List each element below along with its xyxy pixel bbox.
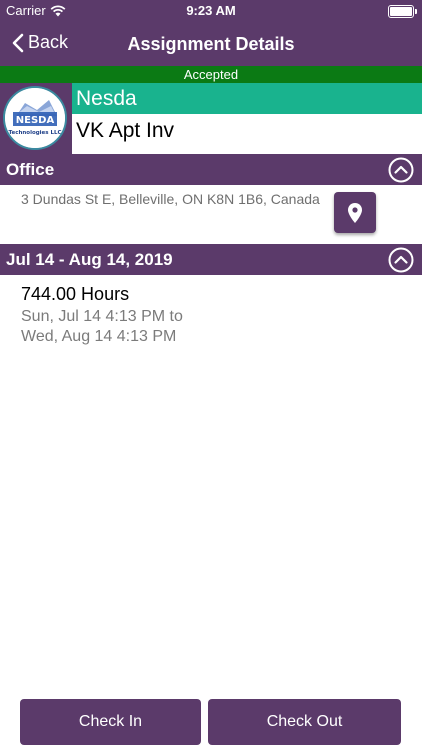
schedule-section-header[interactable]: Jul 14 - Aug 14, 2019 [0, 244, 422, 275]
logo-container: NESDA Technologies LLC [0, 83, 72, 154]
chevron-up-circle-icon[interactable] [388, 157, 414, 183]
nesda-logo-graphic: NESDA Technologies LLC [5, 88, 65, 148]
schedule-start: Sun, Jul 14 4:13 PM to [21, 308, 183, 325]
total-hours: 744.00 Hours [21, 284, 130, 304]
clock: 9:23 AM [186, 3, 236, 18]
schedule-end: Wed, Aug 14 4:13 PM [21, 328, 177, 345]
location-section-title: Office [6, 160, 55, 179]
status-bar: Carrier 9:23 AM [0, 0, 422, 22]
check-out-button[interactable]: Check Out [208, 699, 401, 745]
svg-text:NESDA: NESDA [16, 115, 55, 126]
schedule-section-title: Jul 14 - Aug 14, 2019 [6, 250, 173, 269]
check-in-button[interactable]: Check In [20, 699, 201, 745]
svg-text:Technologies LLC: Technologies LLC [8, 130, 61, 136]
app-header: Carrier 9:23 AM Back Assignment Details [0, 0, 422, 66]
company-name: Nesda [72, 83, 422, 114]
map-location-button[interactable] [334, 192, 376, 233]
chevron-up-circle-icon[interactable] [388, 247, 414, 273]
assignment-status-badge: Accepted [0, 66, 422, 83]
assignment-header: NESDA Technologies LLC Nesda VK Apt Inv [0, 83, 422, 154]
company-logo: NESDA Technologies LLC [3, 86, 67, 150]
location-section-header[interactable]: Office [0, 154, 422, 185]
navigation-bar: Back Assignment Details [0, 22, 422, 66]
battery-icon [388, 5, 417, 18]
address-text: 3 Dundas St E, Belleville, ON K8N 1B6, C… [21, 191, 320, 207]
map-pin-icon [348, 202, 362, 223]
project-name: VK Apt Inv [72, 114, 422, 154]
page-title: Assignment Details [127, 34, 295, 54]
